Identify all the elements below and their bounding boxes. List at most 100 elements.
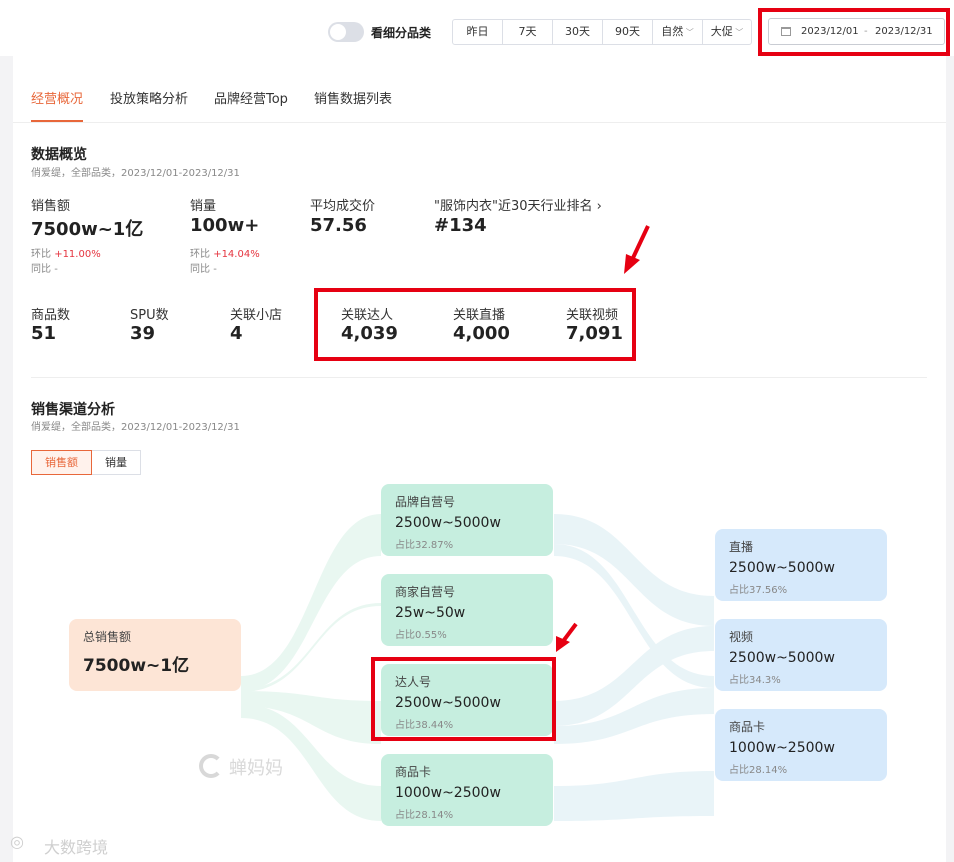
active-tab-underline [31, 120, 83, 122]
source-node-brand[interactable]: 品牌自营号 2500w~5000w 占比32.87% [381, 484, 553, 556]
volume-yoy-label: 同比 [190, 264, 210, 275]
videos-value: 7,091 [566, 323, 623, 344]
channel-title: 销售渠道分析 [31, 402, 115, 418]
range-7d-button[interactable]: 7天 [503, 20, 553, 44]
watermark-logo-icon [199, 754, 223, 778]
promo-dropdown[interactable]: 大促 ﹀ [703, 20, 751, 44]
influencer-highlight-box [371, 657, 556, 741]
source-node-merchant[interactable]: 商家自营号 25w~50w 占比0.55% [381, 574, 553, 646]
watermark-corner-icon: ◎ [10, 832, 24, 851]
source-node-product-card[interactable]: 商品卡 1000w~2500w 占比28.14% [381, 754, 553, 826]
overview-title: 数据概览 [31, 147, 87, 163]
target-share: 占比34.3% [729, 675, 781, 686]
chevron-down-icon: ﹀ [732, 28, 744, 37]
source-share: 占比28.14% [395, 810, 454, 821]
overview-subtitle: 俏爱缇，全部品类，2023/12/01-2023/12/31 [31, 168, 240, 179]
target-share: 占比37.56% [729, 585, 788, 596]
natural-dropdown[interactable]: 自然 ﹀ [653, 20, 703, 44]
target-node-product-card[interactable]: 商品卡 1000w~2500w 占比28.14% [715, 709, 887, 781]
total-sales-node: 总销售额 7500w~1亿 [69, 619, 241, 691]
target-name: 直播 [729, 540, 754, 554]
source-name: 商家自营号 [395, 585, 456, 599]
date-range-picker[interactable]: 2023/12/01 - 2023/12/31 [768, 18, 945, 45]
target-name: 商品卡 [729, 720, 766, 734]
industry-rank-value: #134 [434, 215, 487, 236]
date-start: 2023/12/01 [801, 26, 859, 37]
shops-label: 关联小店 [230, 308, 283, 323]
tab-bar: 经营概况 投放策略分析 品牌经营Top 销售数据列表 [13, 56, 946, 123]
main-card: 经营概况 投放策略分析 品牌经营Top 销售数据列表 数据概览 俏爱缇，全部品类… [13, 56, 946, 862]
sales-yoy-label: 同比 [31, 264, 51, 275]
influencers-value: 4,039 [341, 323, 398, 344]
shops-value: 4 [230, 323, 243, 344]
avg-price-label: 平均成交价 [310, 199, 376, 214]
top-bar: 看细分品类 昨日 7天 30天 90天 自然 ﹀ 大促 ﹀ 2023/12/01… [0, 0, 954, 56]
watermark-center: 蝉妈妈 [229, 758, 283, 779]
range-90d-button[interactable]: 90天 [603, 20, 653, 44]
volume-yoy: 同比 - [190, 260, 217, 275]
subcategory-toggle[interactable] [328, 22, 364, 42]
target-share: 占比28.14% [729, 765, 788, 776]
avg-price-value: 57.56 [310, 215, 367, 236]
section-divider [31, 377, 927, 378]
sales-yoy: 同比 - [31, 260, 58, 275]
source-share: 占比0.55% [395, 630, 447, 641]
volume-value: 100w+ [190, 215, 260, 236]
seg-sales-button[interactable]: 销售额 [31, 450, 92, 475]
calendar-icon [781, 27, 791, 36]
natural-dropdown-label: 自然 [661, 25, 684, 38]
sales-mom: 环比 +11.00% [31, 245, 101, 260]
time-range-group: 昨日 7天 30天 90天 自然 ﹀ 大促 ﹀ [452, 19, 752, 45]
tab-sales-list[interactable]: 销售数据列表 [314, 88, 392, 107]
promo-dropdown-label: 大促 [710, 25, 733, 38]
sales-label: 销售额 [31, 199, 71, 214]
products-label: 商品数 [31, 308, 71, 323]
target-value: 2500w~5000w [729, 560, 835, 576]
range-yesterday-button[interactable]: 昨日 [453, 20, 503, 44]
toggle-knob [330, 24, 346, 40]
target-node-video[interactable]: 视频 2500w~5000w 占比34.3% [715, 619, 887, 691]
source-share: 占比32.87% [395, 540, 454, 551]
date-end: 2023/12/31 [875, 26, 933, 37]
total-sales-name: 总销售额 [83, 630, 132, 644]
lives-label: 关联直播 [453, 308, 506, 323]
annotation-arrow-influencer [556, 622, 578, 652]
source-value: 2500w~5000w [395, 515, 501, 531]
spu-label: SPU数 [130, 308, 169, 323]
volume-mom-label: 环比 [190, 249, 210, 260]
target-value: 2500w~5000w [729, 650, 835, 666]
annotation-arrow-counts [624, 225, 650, 274]
spu-value: 39 [130, 323, 156, 344]
sales-value: 7500w~1亿 [31, 219, 144, 240]
industry-rank-link[interactable]: "服饰内衣"近30天行业排名 › [434, 195, 602, 214]
sales-mom-value: +11.00% [54, 249, 101, 260]
target-name: 视频 [729, 630, 754, 644]
total-sales-value: 7500w~1亿 [83, 656, 190, 676]
target-node-live[interactable]: 直播 2500w~5000w 占比37.56% [715, 529, 887, 601]
sales-yoy-value: - [54, 264, 58, 275]
channel-subtitle: 俏爱缇，全部品类，2023/12/01-2023/12/31 [31, 422, 240, 433]
volume-mom: 环比 +14.04% [190, 245, 260, 260]
chevron-right-icon: › [596, 199, 602, 214]
volume-label: 销量 [190, 199, 217, 214]
tab-ad-strategy[interactable]: 投放策略分析 [110, 88, 188, 107]
source-value: 1000w~2500w [395, 785, 501, 801]
range-30d-button[interactable]: 30天 [553, 20, 603, 44]
target-value: 1000w~2500w [729, 740, 835, 756]
tab-brand-top[interactable]: 品牌经营Top [214, 88, 288, 107]
source-name: 品牌自营号 [395, 495, 456, 509]
industry-rank-label: "服饰内衣"近30天行业排名 [434, 199, 593, 214]
source-name: 商品卡 [395, 765, 432, 779]
seg-volume-button[interactable]: 销量 [92, 450, 141, 475]
chevron-down-icon: ﹀ [683, 28, 694, 37]
influencers-label: 关联达人 [341, 308, 394, 323]
volume-yoy-value: - [213, 264, 217, 275]
subcategory-toggle-label: 看细分品类 [371, 26, 432, 40]
source-value: 25w~50w [395, 605, 466, 621]
lives-value: 4,000 [453, 323, 510, 344]
watermark-corner: 大数跨境 [44, 838, 109, 857]
products-value: 51 [31, 323, 57, 344]
tab-overview[interactable]: 经营概况 [31, 88, 83, 107]
videos-label: 关联视频 [566, 308, 619, 323]
sales-mom-label: 环比 [31, 249, 51, 260]
